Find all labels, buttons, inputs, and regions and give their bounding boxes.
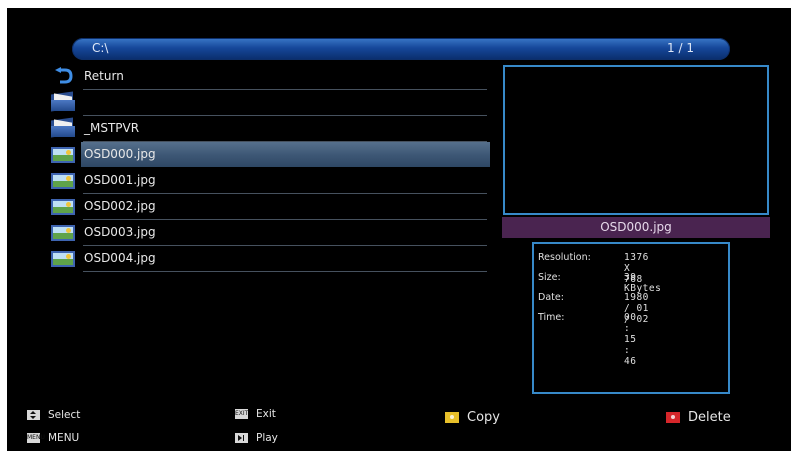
menu-key-icon: MENU [27, 433, 45, 443]
yellow-button-icon [445, 412, 459, 423]
copy-label: Copy [467, 410, 500, 425]
file-name: _MSTPVR [84, 121, 140, 135]
file-name: Return [84, 69, 124, 83]
resolution-label: Resolution: [538, 252, 591, 263]
play-pause-key-icon [235, 433, 248, 443]
return-icon [51, 67, 75, 86]
size-label: Size: [538, 272, 561, 283]
menu-hint[interactable]: MENU MENU [27, 432, 79, 444]
menu-label: MENU [48, 432, 80, 444]
file-browser-screen: C:\ 1 / 1 Return _MSTPVR OSD000.jpg OSD0… [7, 8, 791, 451]
jpg-file-icon [51, 223, 75, 242]
row-divider [83, 271, 487, 272]
select-hint[interactable]: Select [27, 409, 80, 421]
list-item-folder[interactable]: _MSTPVR [47, 116, 487, 142]
jpg-file-icon [51, 145, 75, 164]
list-item-file[interactable]: OSD002.jpg [47, 194, 487, 220]
red-button-icon [666, 412, 680, 423]
file-list: Return _MSTPVR OSD000.jpg OSD001.jpg OSD… [47, 64, 490, 272]
file-name: OSD001.jpg [84, 173, 156, 187]
select-label: Select [48, 409, 81, 421]
list-item-file[interactable]: OSD004.jpg [47, 246, 487, 272]
current-path: C:\ [92, 41, 109, 55]
delete-hint[interactable]: Delete [666, 410, 731, 425]
folder-icon [51, 91, 75, 112]
time-value: 00 : 15 : 46 [624, 312, 637, 367]
list-item-folder[interactable] [47, 90, 487, 116]
time-label: Time: [538, 312, 565, 323]
play-label: Play [256, 432, 278, 444]
preview-filename: OSD000.jpg [502, 217, 770, 238]
jpg-file-icon [51, 171, 75, 190]
list-item-file[interactable]: OSD001.jpg [47, 168, 487, 194]
jpg-file-icon [51, 249, 75, 268]
file-info-panel: Resolution: 1376 X 768 Size: 39 KBytes D… [532, 242, 730, 394]
list-item-file[interactable]: OSD003.jpg [47, 220, 487, 246]
exit-key-icon: EXIT [235, 409, 249, 419]
file-name: OSD002.jpg [84, 199, 156, 213]
size-value: 39 KBytes [624, 272, 662, 294]
up-down-key-icon [27, 410, 40, 420]
file-name: OSD004.jpg [84, 251, 156, 265]
file-name: OSD003.jpg [84, 225, 156, 239]
list-item-file-selected[interactable]: OSD000.jpg [47, 142, 490, 168]
path-bar: C:\ 1 / 1 [72, 38, 730, 60]
delete-label: Delete [688, 410, 731, 425]
image-preview-pane [503, 65, 769, 215]
play-hint[interactable]: Play [235, 432, 278, 444]
copy-hint[interactable]: Copy [445, 410, 500, 425]
list-item-return[interactable]: Return [47, 64, 487, 90]
date-label: Date: [538, 292, 564, 303]
jpg-file-icon [51, 197, 75, 216]
page-indicator: 1 / 1 [667, 41, 694, 55]
exit-hint[interactable]: EXIT Exit [235, 408, 276, 420]
exit-label: Exit [256, 408, 276, 420]
folder-icon [51, 117, 75, 138]
file-name: OSD000.jpg [84, 147, 156, 161]
